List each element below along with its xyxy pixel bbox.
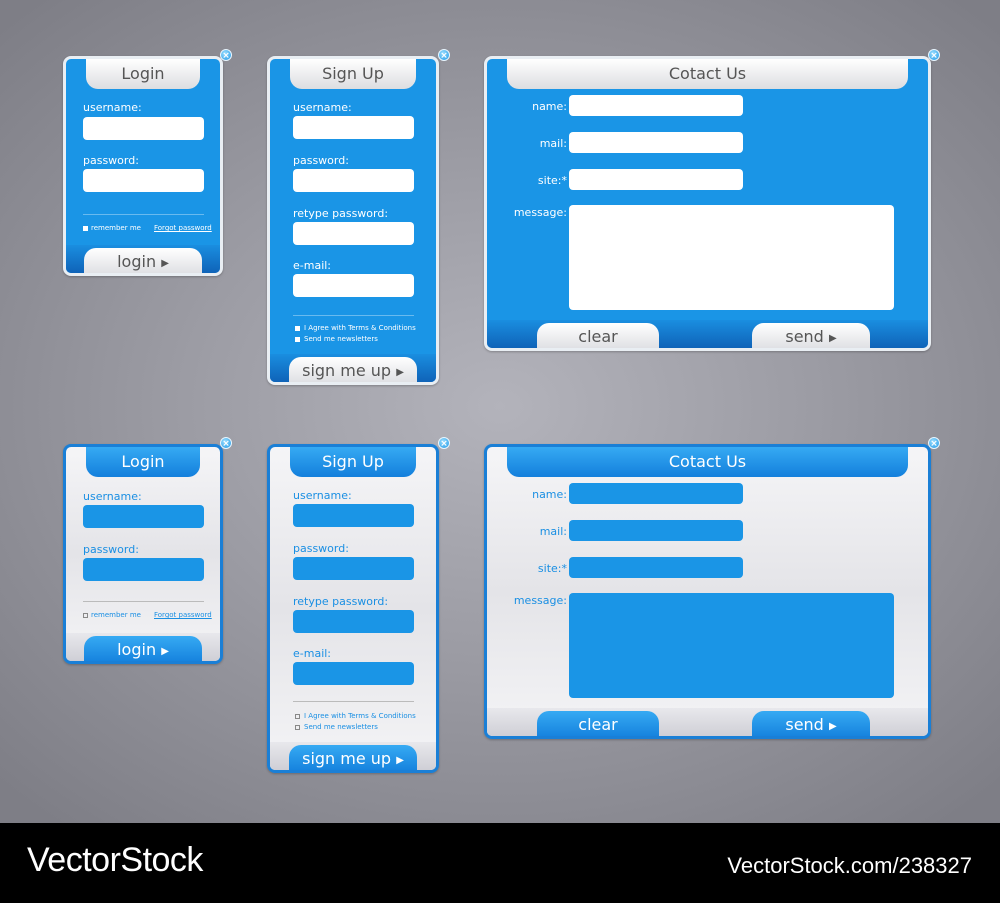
signup-panel-light: Sign Up username: password: retype passw… [267,444,439,773]
login-title: Login [86,59,200,89]
site-label: site:* [537,174,567,187]
sign-me-up-button[interactable]: sign me up ▶ [289,745,417,770]
contact-panel-blue: Cotact Us name: mail: site:* message: cl… [484,56,931,351]
close-icon[interactable]: × [220,437,232,449]
login-button-label: login [117,640,157,659]
remember-label: remember me [91,611,141,619]
contact-title: Cotact Us [507,447,908,477]
password-input[interactable] [83,169,204,192]
agree-checkbox[interactable] [295,714,300,719]
username-label: username: [83,101,142,114]
retype-password-label: retype password: [293,595,389,608]
close-icon[interactable]: × [220,49,232,61]
sign-me-up-button[interactable]: sign me up ▶ [289,357,417,382]
agree-label: I Agree with Terms & Conditions [304,712,416,720]
remember-checkbox[interactable] [83,613,88,618]
mail-label: mail: [539,137,567,150]
login-button[interactable]: login ▶ [84,636,202,661]
agree-checkbox[interactable] [295,326,300,331]
image-url: VectorStock.com/238327 [727,853,972,878]
password-input[interactable] [293,557,414,580]
send-button[interactable]: send ▶ [752,711,870,736]
newsletter-checkbox[interactable] [295,337,300,342]
send-button-label: send [785,327,824,346]
username-label: username: [293,489,352,502]
username-input[interactable] [83,117,204,140]
name-label: name: [532,100,567,113]
sign-me-up-label: sign me up [302,361,392,380]
name-label: name: [532,488,567,501]
agree-label: I Agree with Terms & Conditions [304,324,416,332]
divider [293,701,414,702]
site-input[interactable] [569,557,743,578]
send-button-label: send [785,715,824,734]
email-label: e-mail: [293,647,332,660]
sign-me-up-label: sign me up [302,749,392,768]
username-label: username: [83,490,142,503]
newsletter-label: Send me newsletters [304,723,378,731]
login-panel-blue: Login username: password: remember me Fo… [63,56,223,276]
footer-bar: VectorStock VectorStock.com/238327 [0,823,1000,903]
username-input[interactable] [293,504,414,527]
username-label: username: [293,101,352,114]
forgot-password-link[interactable]: Forgot password [154,611,212,619]
name-input[interactable] [569,95,743,116]
message-label: message: [513,206,567,219]
close-icon[interactable]: × [928,49,940,61]
divider [83,601,204,602]
login-title: Login [86,447,200,477]
password-label: password: [83,154,139,167]
close-icon[interactable]: × [438,437,450,449]
play-triangle-icon: ▶ [396,755,404,766]
email-input[interactable] [293,662,414,685]
mail-label: mail: [539,525,567,538]
send-button[interactable]: send ▶ [752,323,870,348]
login-button[interactable]: login ▶ [84,248,202,273]
divider [293,315,414,316]
newsletter-checkbox[interactable] [295,725,300,730]
divider [83,214,204,215]
email-input[interactable] [293,274,414,297]
mail-input[interactable] [569,132,743,153]
signup-title: Sign Up [290,447,416,477]
contact-panel-light: Cotact Us name: mail: site:* message: cl… [484,444,931,739]
retype-password-input[interactable] [293,222,414,245]
signup-panel-blue: Sign Up username: password: retype passw… [267,56,439,385]
newsletter-label: Send me newsletters [304,335,378,343]
password-input[interactable] [293,169,414,192]
retype-password-input[interactable] [293,610,414,633]
site-input[interactable] [569,169,743,190]
password-label: password: [83,543,139,556]
play-triangle-icon: ▶ [161,646,169,657]
email-label: e-mail: [293,259,332,272]
close-icon[interactable]: × [438,49,450,61]
login-button-label: login [117,252,157,271]
clear-button[interactable]: clear [537,711,659,736]
site-label: site:* [537,562,567,575]
clear-button[interactable]: clear [537,323,659,348]
forgot-password-link[interactable]: Forgot password [154,224,212,232]
login-panel-light: Login username: password: remember me Fo… [63,444,223,664]
username-input[interactable] [293,116,414,139]
name-input[interactable] [569,483,743,504]
contact-title: Cotact Us [507,59,908,89]
retype-password-label: retype password: [293,207,389,220]
username-input[interactable] [83,505,204,528]
brand-logo: VectorStock [27,841,203,879]
signup-title: Sign Up [290,59,416,89]
play-triangle-icon: ▶ [828,333,837,344]
play-triangle-icon: ▶ [828,721,837,732]
remember-label: remember me [91,224,141,232]
message-textarea[interactable] [569,205,894,310]
message-textarea[interactable] [569,593,894,698]
mail-input[interactable] [569,520,743,541]
password-label: password: [293,542,349,555]
remember-checkbox[interactable] [83,226,88,231]
play-triangle-icon: ▶ [396,367,404,378]
close-icon[interactable]: × [928,437,940,449]
message-label: message: [513,594,567,607]
password-label: password: [293,154,349,167]
play-triangle-icon: ▶ [161,258,169,269]
password-input[interactable] [83,558,204,581]
